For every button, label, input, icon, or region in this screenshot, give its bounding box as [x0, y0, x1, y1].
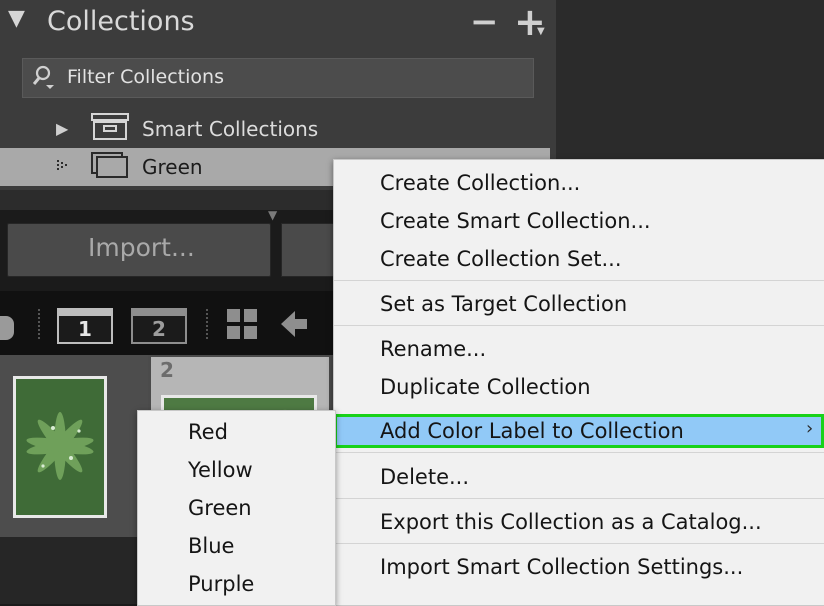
collection-icon: [91, 152, 128, 178]
toolbar-separator: [206, 309, 208, 339]
photo-thumbnail[interactable]: [13, 376, 107, 518]
search-icon: [33, 65, 54, 89]
menu-item-export-as-catalog[interactable]: Export this Collection as a Catalog...: [380, 510, 762, 534]
submenu-item-blue[interactable]: Blue: [188, 534, 234, 558]
submenu-item-red[interactable]: Red: [188, 420, 228, 444]
menu-item-set-as-target[interactable]: Set as Target Collection: [380, 292, 627, 316]
collection-label: Smart Collections: [142, 117, 319, 141]
menu-item-duplicate[interactable]: Duplicate Collection: [380, 375, 591, 399]
import-button-label: Import...: [88, 233, 195, 262]
window-number-label: 2: [152, 317, 166, 341]
drag-handle-icon: [57, 160, 67, 170]
submenu-item-yellow[interactable]: Yellow: [188, 458, 253, 482]
cell-number: 2: [160, 358, 174, 382]
panel-caret-icon[interactable]: ▼: [268, 208, 277, 222]
back-arrow-icon[interactable]: [281, 309, 309, 339]
collection-set-icon: [91, 113, 129, 140]
menu-item-add-color-label-text: Add Color Label to Collection: [380, 419, 684, 443]
menu-separator: [334, 498, 824, 499]
collection-label: Green: [142, 155, 203, 179]
menu-item-rename[interactable]: Rename...: [380, 337, 486, 361]
menu-separator: [334, 325, 824, 326]
toolbar-separator: [38, 309, 40, 339]
dropdown-caret-icon: ▼: [537, 26, 545, 37]
remove-collection-button[interactable]: −: [470, 2, 499, 42]
submenu-item-green[interactable]: Green: [188, 496, 252, 520]
menu-separator: [334, 543, 824, 544]
add-collection-button[interactable]: +: [514, 0, 546, 44]
menu-item-import-smart-settings[interactable]: Import Smart Collection Settings...: [380, 555, 743, 579]
submenu-arrow-icon: ›: [806, 418, 814, 439]
menu-separator: [334, 452, 824, 453]
menu-separator: [334, 280, 824, 281]
menu-item-create-collection-set[interactable]: Create Collection Set...: [380, 247, 622, 271]
panel-background-right: [556, 0, 824, 160]
filter-collections-placeholder: Filter Collections: [67, 66, 224, 88]
grid-view-icon[interactable]: [227, 309, 257, 339]
menu-item-create-smart-collection[interactable]: Create Smart Collection...: [380, 209, 651, 233]
submenu-item-purple[interactable]: Purple: [188, 572, 254, 596]
secondary-window-button[interactable]: 2: [131, 308, 187, 344]
menu-item-delete[interactable]: Delete...: [380, 465, 469, 489]
menu-item-create-collection[interactable]: Create Collection...: [380, 171, 580, 195]
collapse-triangle-icon[interactable]: ▼: [8, 6, 25, 31]
hand-tool-icon[interactable]: [0, 316, 14, 340]
panel-title: Collections: [47, 6, 195, 37]
expand-arrow-icon[interactable]: ▶: [56, 119, 68, 138]
window-number-label: 1: [78, 317, 92, 341]
primary-window-button[interactable]: 1: [57, 308, 113, 344]
